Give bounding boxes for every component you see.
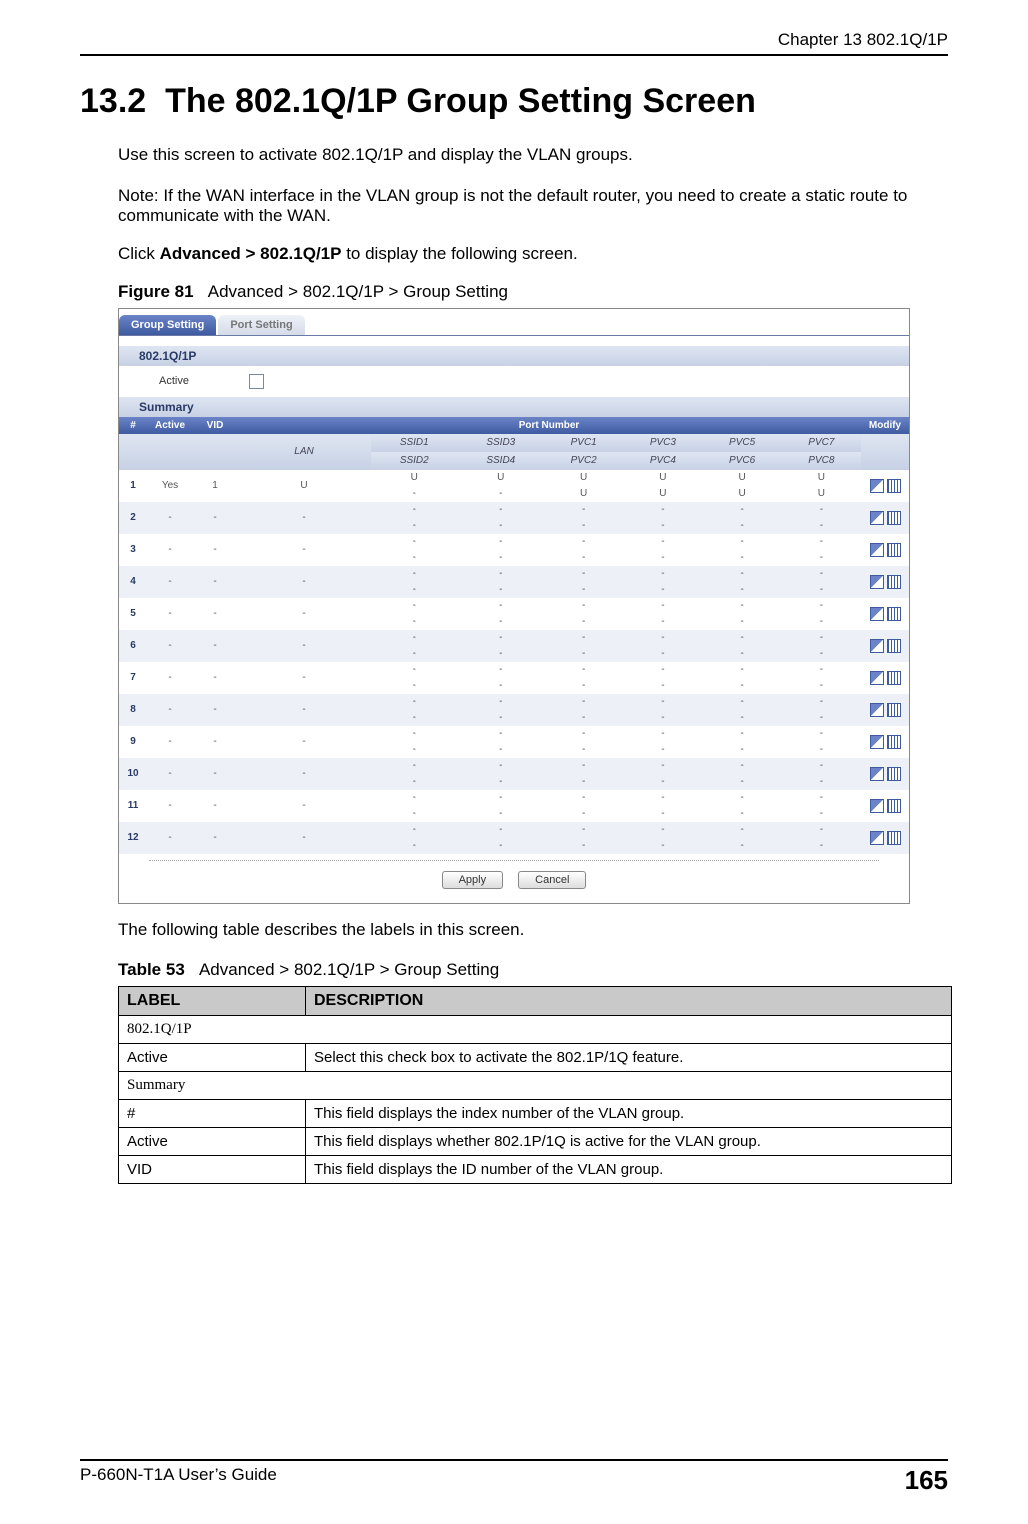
- table-row: 8---------: [119, 694, 909, 710]
- apply-button[interactable]: Apply: [442, 871, 504, 889]
- table-row: 6---------: [119, 630, 909, 646]
- table-row: ActiveThis field displays whether 802.1P…: [119, 1128, 952, 1156]
- col-vid: VID: [193, 417, 237, 434]
- cancel-button[interactable]: Cancel: [518, 871, 586, 889]
- table-intro: The following table describes the labels…: [80, 918, 948, 943]
- delete-icon[interactable]: [887, 767, 901, 781]
- tab-group-setting[interactable]: Group Setting: [119, 315, 216, 335]
- summary-table: # Active VID Port Number Modify LANSSID1…: [119, 417, 909, 854]
- delete-icon[interactable]: [887, 831, 901, 845]
- col-active: Active: [147, 417, 193, 434]
- edit-icon[interactable]: [870, 543, 884, 557]
- col-num: #: [119, 417, 147, 434]
- edit-icon[interactable]: [870, 671, 884, 685]
- edit-icon[interactable]: [870, 735, 884, 749]
- tab-bar: Group Setting Port Setting: [119, 309, 909, 336]
- col-portnum: Port Number: [237, 417, 861, 434]
- click-path: Advanced > 802.1Q/1P: [160, 244, 342, 263]
- header-rule: [80, 54, 948, 56]
- table-row: 2---------: [119, 502, 909, 518]
- click-instruction: Click Advanced > 802.1Q/1P to display th…: [80, 244, 948, 264]
- delete-icon[interactable]: [887, 479, 901, 493]
- figure-caption: Figure 81 Advanced > 802.1Q/1P > Group S…: [80, 282, 948, 302]
- table-row: 12---------: [119, 822, 909, 838]
- delete-icon[interactable]: [887, 703, 901, 717]
- delete-icon[interactable]: [887, 735, 901, 749]
- figure-caption-text: Advanced > 802.1Q/1P > Group Setting: [208, 282, 508, 301]
- description-table: LABEL DESCRIPTION 802.1Q/1PActiveSelect …: [118, 986, 952, 1184]
- desc-h-desc: DESCRIPTION: [306, 987, 952, 1016]
- edit-icon[interactable]: [870, 607, 884, 621]
- section-number: 13.2: [80, 82, 146, 120]
- table-row: VIDThis field displays the ID number of …: [119, 1156, 952, 1184]
- edit-icon[interactable]: [870, 831, 884, 845]
- active-checkbox[interactable]: [249, 374, 264, 389]
- table-caption: Table 53 Advanced > 802.1Q/1P > Group Se…: [80, 960, 948, 980]
- band-8021q: 802.1Q/1P: [119, 346, 909, 366]
- table-row: 802.1Q/1P: [119, 1016, 952, 1044]
- delete-icon[interactable]: [887, 511, 901, 525]
- active-label: Active: [159, 375, 189, 387]
- table-row: 10---------: [119, 758, 909, 774]
- table-row: 7---------: [119, 662, 909, 678]
- edit-icon[interactable]: [870, 511, 884, 525]
- table-row: 3---------: [119, 534, 909, 550]
- table-caption-text: Advanced > 802.1Q/1P > Group Setting: [199, 960, 499, 979]
- delete-icon[interactable]: [887, 607, 901, 621]
- footer-guide: P-660N-T1A User’s Guide: [80, 1465, 277, 1496]
- band-summary: Summary: [119, 397, 909, 417]
- edit-icon[interactable]: [870, 479, 884, 493]
- footer: P-660N-T1A User’s Guide 165: [80, 1459, 948, 1496]
- section-title: The 802.1Q/1P Group Setting Screen: [165, 82, 756, 120]
- delete-icon[interactable]: [887, 639, 901, 653]
- edit-icon[interactable]: [870, 639, 884, 653]
- delete-icon[interactable]: [887, 799, 901, 813]
- note-text: Note: If the WAN interface in the VLAN g…: [80, 186, 948, 226]
- button-row: Apply Cancel: [149, 860, 879, 899]
- col-modify: Modify: [861, 417, 909, 434]
- table-row: 9---------: [119, 726, 909, 742]
- edit-icon[interactable]: [870, 767, 884, 781]
- table-row: 1Yes1UUUUUUU: [119, 470, 909, 486]
- click-post: to display the following screen.: [341, 244, 577, 263]
- click-pre: Click: [118, 244, 160, 263]
- table-row: 4---------: [119, 566, 909, 582]
- screenshot-panel: Group Setting Port Setting 802.1Q/1P Act…: [118, 308, 910, 904]
- table-row: 11---------: [119, 790, 909, 806]
- table-row: Summary: [119, 1072, 952, 1100]
- figure-label: Figure 81: [118, 282, 194, 301]
- delete-icon[interactable]: [887, 671, 901, 685]
- table-row: 5---------: [119, 598, 909, 614]
- edit-icon[interactable]: [870, 703, 884, 717]
- edit-icon[interactable]: [870, 799, 884, 813]
- tab-port-setting[interactable]: Port Setting: [218, 315, 304, 335]
- edit-icon[interactable]: [870, 575, 884, 589]
- table-row: #This field displays the index number of…: [119, 1100, 952, 1128]
- delete-icon[interactable]: [887, 575, 901, 589]
- intro-text: Use this screen to activate 802.1Q/1P an…: [80, 143, 948, 168]
- table-row: ActiveSelect this check box to activate …: [119, 1044, 952, 1072]
- page-number: 165: [905, 1465, 948, 1496]
- chapter-header: Chapter 13 802.1Q/1P: [80, 30, 948, 50]
- section-heading: 13.2 The 802.1Q/1P Group Setting Screen: [80, 82, 948, 121]
- delete-icon[interactable]: [887, 543, 901, 557]
- table-label: Table 53: [118, 960, 185, 979]
- desc-h-label: LABEL: [119, 987, 306, 1016]
